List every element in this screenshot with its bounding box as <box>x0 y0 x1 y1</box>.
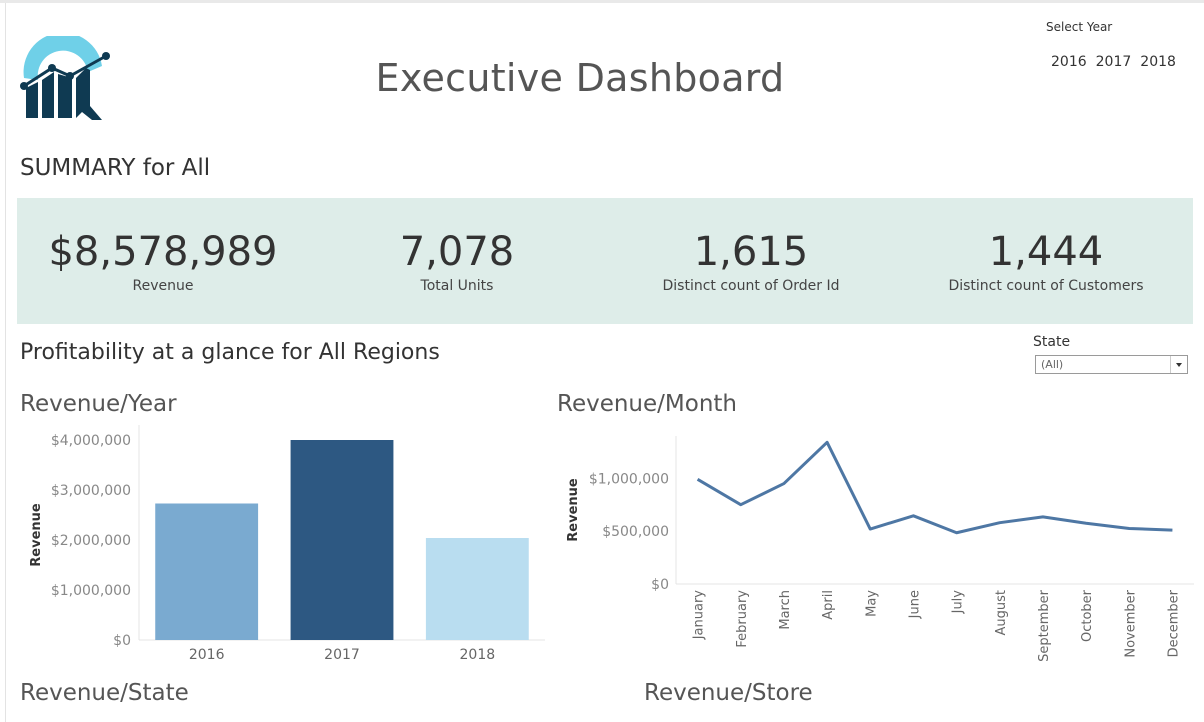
y-tick-label: $0 <box>113 633 131 649</box>
profitability-title: Profitability at a glance for All Region… <box>20 340 440 365</box>
revenue-month-title: Revenue/Month <box>557 391 738 417</box>
top-border <box>0 0 1204 3</box>
y-tick-label: $1,000,000 <box>51 583 131 599</box>
x-tick-label: February <box>735 590 750 648</box>
x-tick-label: August <box>994 590 1009 636</box>
revenue-state-title: Revenue/State <box>20 680 189 706</box>
kpi-value: 1,615 <box>693 229 809 275</box>
x-tick-label: December <box>1166 589 1181 657</box>
kpi-label: Distinct count of Order Id <box>662 278 840 294</box>
revenue-year-title: Revenue/Year <box>20 391 177 417</box>
company-logo <box>20 36 110 120</box>
x-tick-label: June <box>907 590 922 619</box>
revenue-store-title: Revenue/Store <box>644 680 813 706</box>
x-tick-label: September <box>1037 589 1052 662</box>
kpi-customer-count: 1,444 Distinct count of Customers <box>906 228 1186 294</box>
kpi-order-count: 1,615 Distinct count of Order Id <box>611 228 891 294</box>
x-tick-label: November <box>1123 589 1138 657</box>
chevron-down-icon[interactable] <box>1170 356 1187 373</box>
bar-2016 <box>155 503 259 640</box>
year-option-2018[interactable]: 2018 <box>1140 54 1176 70</box>
y-tick-label: $0 <box>651 577 669 593</box>
year-selector-label: Select Year <box>1046 20 1113 34</box>
revenue-month-line <box>696 440 1173 535</box>
x-tick-label: October <box>1080 589 1095 642</box>
state-filter-value: (All) <box>1041 358 1064 371</box>
x-tick-label: 2016 <box>189 647 225 663</box>
y-tick-label: $2,000,000 <box>51 533 131 549</box>
kpi-value: $8,578,989 <box>48 229 278 275</box>
state-filter-label: State <box>1033 334 1071 350</box>
kpi-value: 7,078 <box>399 229 515 275</box>
y-tick-label: $4,000,000 <box>51 433 131 449</box>
x-tick-label: March <box>778 590 793 630</box>
state-filter-dropdown[interactable]: (All) <box>1035 355 1188 374</box>
x-tick-label: 2018 <box>460 647 496 663</box>
bar-2017 <box>290 440 394 640</box>
revenue-month-chart: $0 $500,000 $1,000,000 Revenue January Februa… <box>566 436 1194 662</box>
kpi-total-units: 7,078 Total Units <box>317 228 597 294</box>
y-tick-label: $1,000,000 <box>589 471 669 487</box>
x-tick-label: May <box>864 590 879 617</box>
year-selector: 2016 2017 2018 <box>1051 54 1176 70</box>
dashboard-title: Executive Dashboard <box>375 56 785 100</box>
bar-2018 <box>425 538 529 640</box>
y-tick-label: $3,000,000 <box>51 483 131 499</box>
kpi-band: $8,578,989 Revenue 7,078 Total Units 1,6… <box>17 198 1193 324</box>
y-axis-title: Revenue <box>566 478 581 542</box>
summary-title: SUMMARY for All <box>20 155 211 181</box>
y-tick-label: $500,000 <box>602 524 669 540</box>
kpi-label: Total Units <box>420 278 494 294</box>
year-option-2016[interactable]: 2016 <box>1051 54 1087 70</box>
x-tick-label: April <box>821 590 836 620</box>
x-tick-label: January <box>692 590 707 641</box>
kpi-revenue: $8,578,989 Revenue <box>23 228 303 294</box>
y-axis-title: Revenue <box>29 503 44 567</box>
revenue-year-chart: $0 $1,000,000 $2,000,000 $3,000,000 $4,000,0… <box>29 425 545 663</box>
year-option-2017[interactable]: 2017 <box>1096 54 1132 70</box>
kpi-label: Distinct count of Customers <box>948 278 1144 294</box>
kpi-value: 1,444 <box>988 229 1104 275</box>
x-tick-label: July <box>951 590 966 615</box>
x-tick-label: 2017 <box>324 647 360 663</box>
kpi-label: Revenue <box>132 278 194 294</box>
